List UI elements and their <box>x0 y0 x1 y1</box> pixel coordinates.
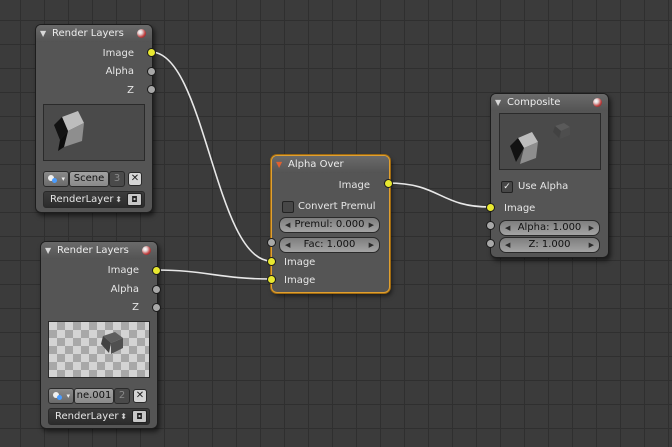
triangle-down-icon[interactable]: ▼ <box>276 160 282 170</box>
alphaover-input-image2-socket[interactable] <box>267 275 276 284</box>
composite-input-image-socket[interactable] <box>486 203 495 212</box>
node-title: Render Layers <box>57 245 129 256</box>
node-header[interactable]: ▼ Composite <box>491 94 608 111</box>
node-title: Alpha Over <box>288 159 344 170</box>
scene-name: Scene <box>73 173 105 184</box>
output-label-z: Z <box>127 85 134 96</box>
red-sphere-icon[interactable] <box>593 98 602 107</box>
premul-field[interactable]: ◀ Premul: 0.000 ▶ <box>279 217 380 233</box>
x-icon[interactable]: ✕ <box>133 389 147 403</box>
alpha-field[interactable]: ◀ Alpha: 1.000 ▶ <box>499 220 600 236</box>
alpha-over-node[interactable]: ▼ Alpha Over Image Convert Premul ◀ Prem… <box>271 155 390 293</box>
link-alphaover-image-to-composite-image <box>387 182 491 208</box>
render-layers-node-1[interactable]: ▼ Render Layers Image Alpha Z ▾ Scene 3 … <box>35 24 153 213</box>
render-layers-node-2[interactable]: ▼ Render Layers Image Alpha Z ▾ ne.001 2… <box>40 241 158 429</box>
camera-icon[interactable]: ◘ <box>132 410 147 423</box>
convert-premul-label: Convert Premul <box>298 201 376 212</box>
use-alpha-checkbox[interactable]: ✓ <box>501 181 513 193</box>
fac-value: Fac: 1.000 <box>303 239 356 250</box>
render-layer-name: RenderLayer <box>55 411 119 422</box>
triangle-down-icon[interactable]: ▼ <box>495 98 501 108</box>
red-sphere-icon[interactable] <box>142 246 151 255</box>
node-header[interactable]: ▼ Render Layers <box>41 242 157 259</box>
composite-z-socket[interactable] <box>486 239 495 248</box>
render-preview <box>48 321 150 378</box>
rl1-alpha-socket[interactable] <box>147 67 156 76</box>
z-value: Z: 1.000 <box>528 239 571 250</box>
link-rl1-image-to-alphaover-image1 <box>150 51 272 262</box>
output-label-image: Image <box>107 265 139 276</box>
render-layer-name: RenderLayer <box>50 194 114 205</box>
output-label-image: Image <box>102 48 134 59</box>
alpha-value: Alpha: 1.000 <box>517 222 582 233</box>
triangle-down-icon[interactable]: ▼ <box>40 29 46 39</box>
input-label-image-2: Image <box>284 275 316 286</box>
composite-alpha-socket[interactable] <box>486 221 495 230</box>
rl1-image-socket[interactable] <box>147 48 156 57</box>
cube-thumbnail <box>54 111 84 151</box>
camera-icon[interactable]: ◘ <box>127 193 142 206</box>
node-title: Render Layers <box>52 28 124 39</box>
scene-users-count: 3 <box>109 171 125 187</box>
cube-thumbnail <box>101 332 123 354</box>
increment-arrow-icon[interactable]: ▶ <box>369 218 374 232</box>
triangle-down-icon[interactable]: ▼ <box>45 246 51 256</box>
decrement-arrow-icon[interactable]: ◀ <box>505 221 510 235</box>
alphaover-input-image1-socket[interactable] <box>267 257 276 266</box>
alphaover-fac-socket[interactable] <box>267 238 276 247</box>
scene-browse-icon[interactable]: ▾ <box>43 171 69 187</box>
scene-browse-icon[interactable]: ▾ <box>48 388 74 404</box>
output-label-z: Z <box>132 302 139 313</box>
output-label-alpha: Alpha <box>105 66 134 77</box>
use-alpha-label: Use Alpha <box>518 181 569 192</box>
up-down-arrows-icon: ⬍ <box>115 195 122 204</box>
rl2-image-socket[interactable] <box>152 266 161 275</box>
cube-thumbnail <box>510 123 570 164</box>
input-label-image-1: Image <box>284 257 316 268</box>
decrement-arrow-icon[interactable]: ◀ <box>285 238 290 252</box>
alphaover-output-image-socket[interactable] <box>384 179 393 188</box>
increment-arrow-icon[interactable]: ▶ <box>369 238 374 252</box>
increment-arrow-icon[interactable]: ▶ <box>589 221 594 235</box>
rl2-z-socket[interactable] <box>152 303 161 312</box>
red-sphere-icon[interactable] <box>137 29 146 38</box>
composite-preview <box>499 113 601 170</box>
convert-premul-checkbox[interactable] <box>282 201 294 213</box>
rl2-alpha-socket[interactable] <box>152 285 161 294</box>
up-down-arrows-icon: ⬍ <box>120 412 127 421</box>
composite-node[interactable]: ▼ Composite ✓ Use Alpha Image ◀ Alpha: 1… <box>490 93 609 258</box>
decrement-arrow-icon[interactable]: ◀ <box>505 238 510 252</box>
decrement-arrow-icon[interactable]: ◀ <box>285 218 290 232</box>
render-layer-select[interactable]: RenderLayer ⬍ ◘ <box>43 191 145 208</box>
scene-name: ne.001 <box>76 390 112 401</box>
rl1-z-socket[interactable] <box>147 85 156 94</box>
premul-value: Premul: 0.000 <box>294 219 365 230</box>
scene-name-field[interactable]: ne.001 <box>74 388 114 404</box>
output-label-alpha: Alpha <box>110 284 139 295</box>
x-icon[interactable]: ✕ <box>128 172 142 186</box>
output-label-image: Image <box>338 180 370 191</box>
z-field[interactable]: ◀ Z: 1.000 ▶ <box>499 237 600 253</box>
link-rl2-image-to-alphaover-image2 <box>155 269 272 280</box>
increment-arrow-icon[interactable]: ▶ <box>589 238 594 252</box>
fac-field[interactable]: ◀ Fac: 1.000 ▶ <box>279 237 380 253</box>
input-label-image: Image <box>504 203 536 214</box>
render-preview <box>43 104 145 161</box>
node-title: Composite <box>507 97 561 108</box>
scene-users-count: 2 <box>114 388 130 404</box>
render-layer-select[interactable]: RenderLayer ⬍ ◘ <box>48 408 150 425</box>
scene-name-field[interactable]: Scene <box>69 171 109 187</box>
node-header[interactable]: ▼ Render Layers <box>36 25 152 42</box>
node-header[interactable]: ▼ Alpha Over <box>272 156 389 173</box>
